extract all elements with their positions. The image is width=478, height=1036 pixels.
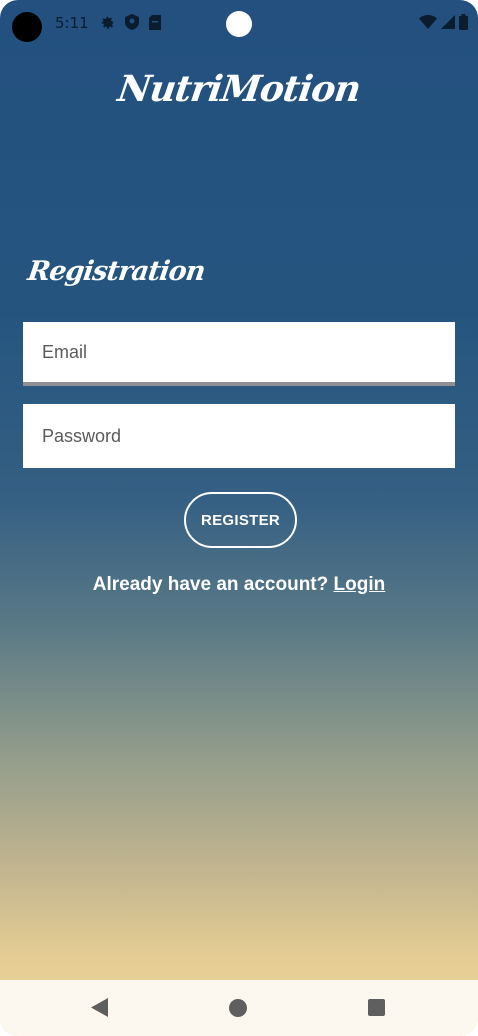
app-screen: 5:11 NutriMotion Registration Email REGI…	[0, 0, 478, 1036]
password-input[interactable]	[23, 404, 455, 468]
password-field[interactable]	[23, 404, 455, 468]
navigation-bar	[0, 980, 478, 1036]
login-link[interactable]: Login	[334, 574, 386, 595]
gear-icon	[100, 15, 115, 30]
wifi-icon	[419, 15, 437, 29]
signal-icon	[441, 15, 455, 29]
home-icon[interactable]	[229, 999, 247, 1017]
login-prompt-text: Already have an account?	[92, 574, 329, 595]
status-icons-right	[419, 14, 468, 30]
sim-card-icon	[149, 14, 161, 30]
camera-cutout	[12, 12, 42, 42]
login-prompt: Already have an account? Login	[0, 574, 478, 596]
recents-icon[interactable]	[368, 999, 385, 1016]
registration-title: Registration	[25, 256, 207, 287]
email-field[interactable]	[23, 322, 455, 386]
status-dot	[226, 11, 252, 37]
back-icon[interactable]	[91, 998, 108, 1017]
status-time: 5:11	[55, 14, 89, 32]
email-input[interactable]	[23, 322, 455, 382]
status-bar: 5:11	[0, 0, 478, 50]
shield-icon	[125, 14, 139, 30]
app-title: NutriMotion	[115, 68, 363, 110]
status-icons-left	[100, 14, 161, 30]
battery-icon	[459, 14, 468, 30]
register-button[interactable]: REGISTER	[184, 492, 297, 548]
